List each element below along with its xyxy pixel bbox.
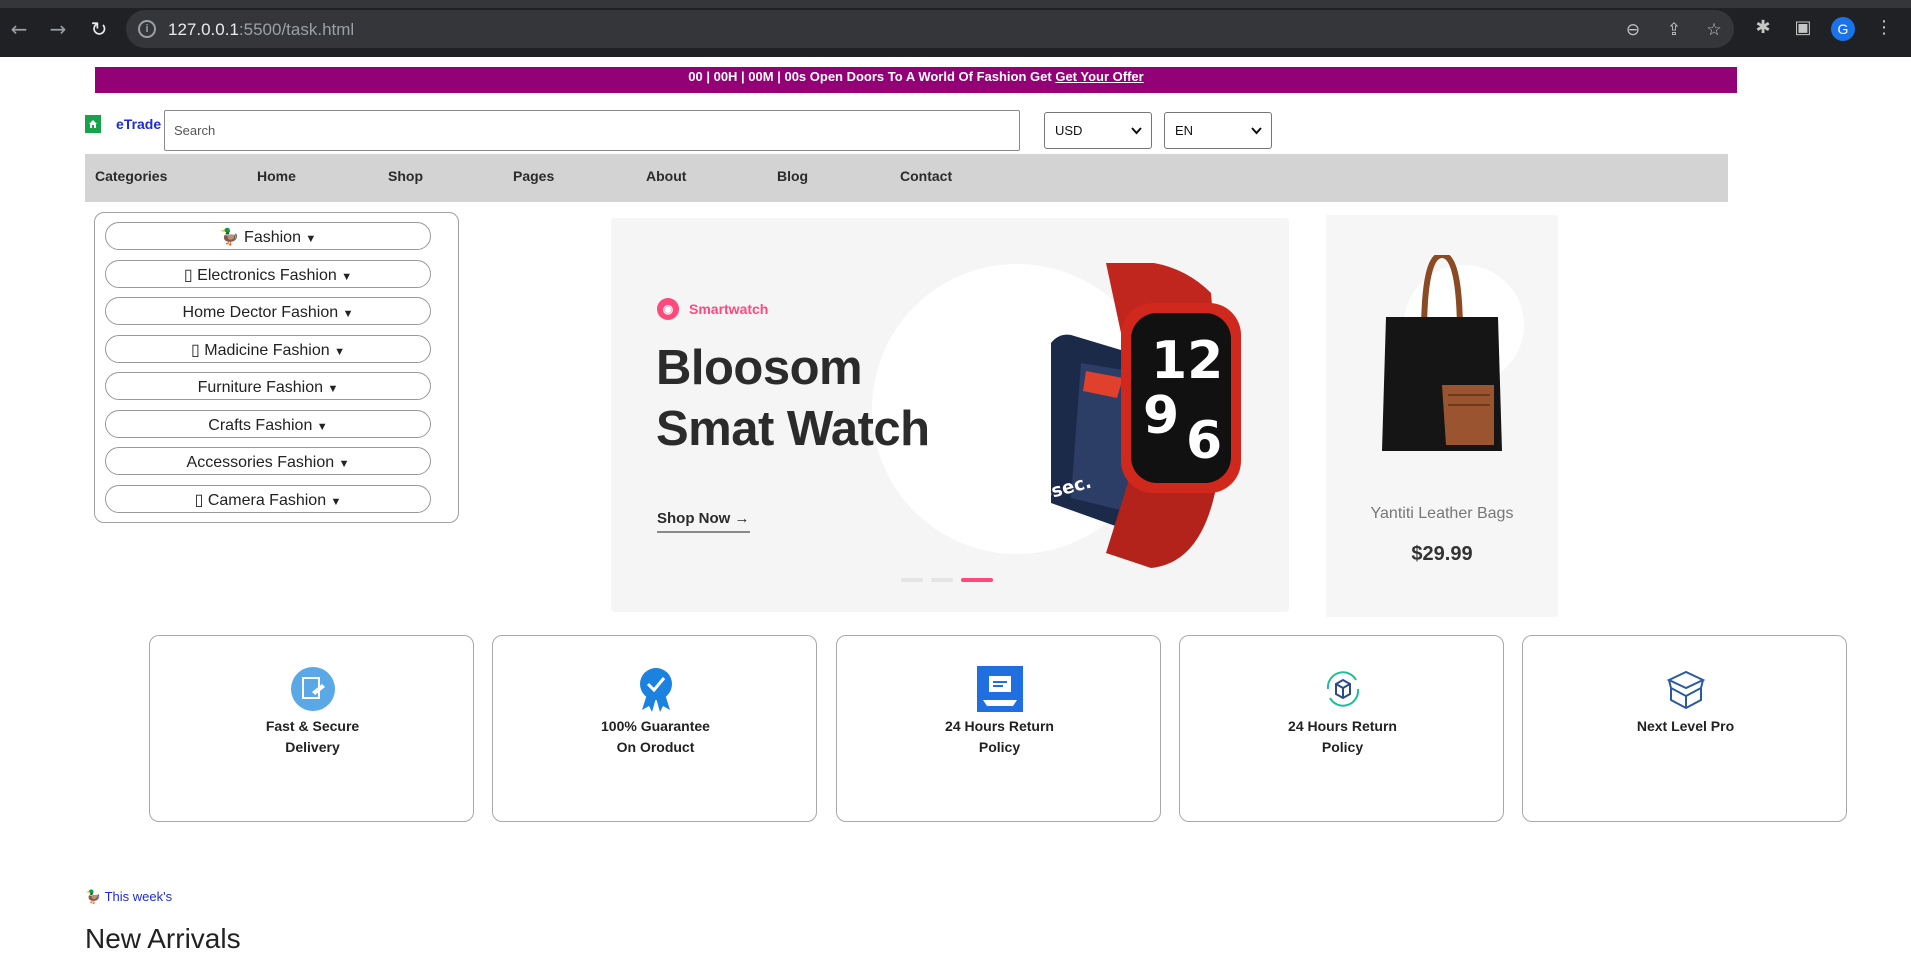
slider-dot-1[interactable]: [901, 578, 923, 582]
slider-dots: [901, 578, 993, 582]
caret-down-icon: ▼: [305, 233, 317, 245]
delivery-icon: [291, 667, 335, 711]
category-fashion[interactable]: 🦆 Fashion ▼: [105, 222, 431, 250]
language-value: EN: [1175, 123, 1194, 138]
category-sidebar: 🦆 Fashion ▼ ▯ Electronics Fashion ▼ Home…: [94, 212, 459, 523]
section-kicker: 🦆 This week's: [85, 889, 173, 904]
hero-tag-label: Smartwatch: [689, 301, 769, 317]
svg-text:12: 12: [1151, 331, 1223, 391]
promo-countdown-text: 00 | 00H | 00M | 00s Open Doors To A Wor…: [688, 69, 1056, 84]
caret-down-icon: ▼: [341, 271, 353, 283]
slider-dot-2[interactable]: [931, 578, 953, 582]
feature-card: 100% Guarantee On Oroduct: [492, 635, 817, 822]
back-icon[interactable]: ←: [4, 14, 34, 44]
arrow-right-icon: →: [734, 510, 750, 527]
bookmark-star-icon[interactable]: ☆: [1703, 19, 1725, 41]
url-text[interactable]: 127.0.0.1:5500/task.html: [168, 20, 354, 40]
caret-down-icon: ▼: [327, 383, 339, 395]
menu-kebab-icon[interactable]: ⋮: [1871, 15, 1897, 41]
address-bar[interactable]: i 127.0.0.1:5500/task.html ⊖ ⇪ ☆: [126, 10, 1734, 48]
tab-strip: [0, 0, 1911, 8]
section-title: New Arrivals: [85, 923, 241, 954]
browser-toolbar: ← → ↻ i 127.0.0.1:5500/task.html ⊖ ⇪ ☆ ✱…: [0, 0, 1911, 57]
caret-down-icon: ▼: [338, 458, 350, 470]
site-info-icon[interactable]: i: [138, 20, 156, 38]
currency-value: USD: [1055, 123, 1083, 138]
brand-link[interactable]: eTrade: [116, 116, 161, 132]
badge-icon: [640, 668, 672, 712]
watch-icon: ◉: [657, 298, 679, 320]
category-medicine[interactable]: ▯ Madicine Fashion ▼: [105, 335, 431, 363]
svg-text:9: 9: [1143, 386, 1179, 446]
language-select[interactable]: EN: [1164, 112, 1272, 149]
feature-label: 24 Hours Return Policy: [1288, 718, 1397, 755]
hero-tag: ◉ Smartwatch: [657, 298, 768, 320]
share-icon[interactable]: ⇪: [1663, 19, 1685, 41]
caret-down-icon: ▼: [342, 308, 354, 320]
product-price: $29.99: [1411, 543, 1473, 565]
nav-categories[interactable]: Categories: [95, 168, 167, 184]
svg-text:6: 6: [1186, 411, 1222, 471]
search-input[interactable]: [164, 110, 1020, 151]
leather-bag-image: [1382, 255, 1502, 451]
category-furniture[interactable]: Furniture Fashion ▼: [105, 372, 431, 400]
feature-card: Fast & Secure Delivery: [149, 635, 474, 822]
feature-label: 100% Guarantee On Oroduct: [601, 718, 710, 755]
profile-avatar[interactable]: G: [1831, 17, 1855, 41]
slider-dot-3[interactable]: [961, 578, 993, 582]
nav-pages[interactable]: Pages: [513, 168, 554, 184]
promo-banner: 00 | 00H | 00M | 00s Open Doors To A Wor…: [95, 67, 1737, 93]
product-card[interactable]: Yantiti Leather Bags $29.99: [1326, 215, 1558, 617]
category-crafts[interactable]: Crafts Fashion ▼: [105, 410, 431, 438]
box-icon: [1666, 670, 1706, 710]
forward-icon[interactable]: →: [43, 14, 73, 44]
nav-about[interactable]: About: [646, 168, 686, 184]
nav-home[interactable]: Home: [257, 168, 296, 184]
feature-label: 24 Hours Return Policy: [945, 718, 1054, 755]
return-policy-icon: [977, 666, 1023, 712]
product-name[interactable]: Yantiti Leather Bags: [1326, 505, 1558, 523]
hero-slider: ◉ Smartwatch Bloosom Smat Watch Shop Now…: [611, 218, 1289, 612]
reload-icon[interactable]: ↻: [84, 14, 114, 44]
nav-contact[interactable]: Contact: [900, 168, 952, 184]
feature-label: Next Level Pro: [1636, 718, 1735, 734]
category-electronics[interactable]: ▯ Electronics Fashion ▼: [105, 260, 431, 288]
hero-title-line1: Bloosom: [656, 341, 863, 395]
hero-title: Bloosom Smat Watch: [656, 338, 930, 460]
nav-shop[interactable]: Shop: [388, 168, 423, 184]
promo-offer-link[interactable]: Get Your Offer: [1055, 69, 1143, 84]
feature-card: Next Level Pro: [1522, 635, 1847, 822]
feature-card: 24 Hours Return Policy: [1179, 635, 1504, 822]
category-camera[interactable]: ▯ Camera Fashion ▼: [105, 485, 431, 513]
zoom-icon[interactable]: ⊖: [1622, 19, 1644, 41]
caret-down-icon: ▼: [334, 346, 345, 358]
category-accessories[interactable]: Accessories Fashion ▼: [105, 447, 431, 475]
side-panel-icon[interactable]: ▣: [1790, 15, 1816, 41]
feature-card: 24 Hours Return Policy: [836, 635, 1161, 822]
extensions-icon[interactable]: ✱: [1750, 15, 1776, 41]
hero-title-line2: Smat Watch: [656, 402, 930, 456]
nav-blog[interactable]: Blog: [777, 168, 808, 184]
home-icon[interactable]: [85, 115, 101, 133]
shop-now-button[interactable]: Shop Now →: [657, 510, 750, 533]
category-home-decor[interactable]: Home Dector Fashion ▼: [105, 297, 431, 325]
main-nav: Categories Home Shop Pages About Blog Co…: [85, 154, 1728, 202]
smartwatch-image: 10sec. 12 9 6: [1025, 263, 1241, 568]
currency-select[interactable]: USD: [1044, 112, 1152, 149]
caret-down-icon: ▼: [330, 496, 342, 508]
feature-label: Fast & Secure Delivery: [265, 718, 360, 755]
cycle-box-icon: [1326, 671, 1360, 707]
caret-down-icon: ▼: [316, 421, 328, 433]
